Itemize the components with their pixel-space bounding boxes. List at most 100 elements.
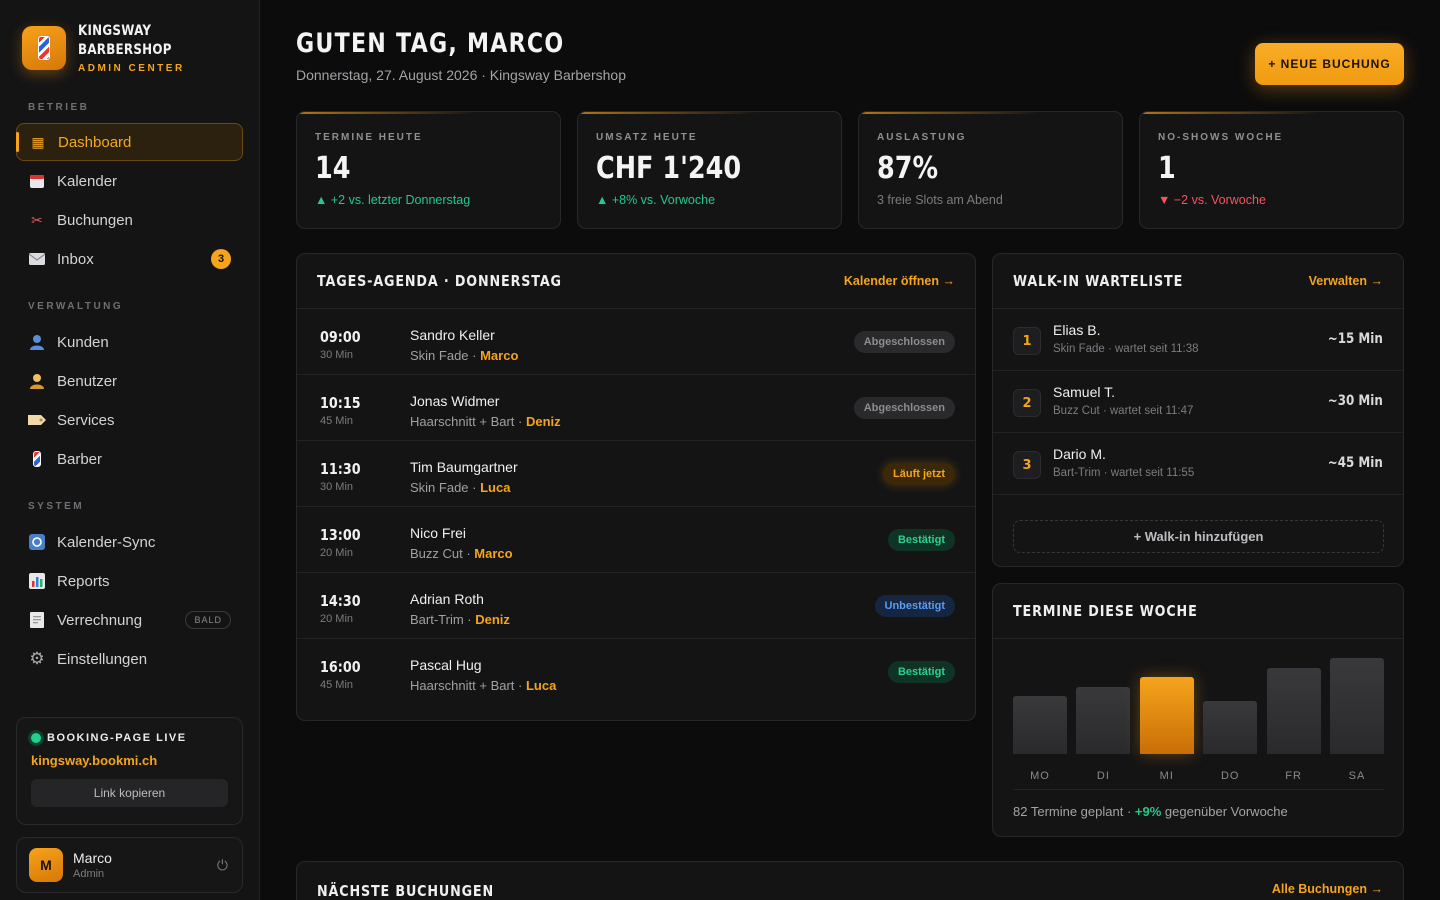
mail-icon: [28, 250, 46, 268]
sidebar-item-barber[interactable]: Barber: [16, 440, 243, 478]
user-card[interactable]: M Marco Admin ⏻: [16, 837, 243, 893]
week-chart-panel: TERMINE DIESE WOCHE MO DI MI DO FR SA 82 Term…: [992, 583, 1404, 837]
chart-tick-label: MO: [1030, 770, 1050, 782]
waitlist-row[interactable]: 2 Samuel T. Buzz Cut · wartet seit 11:47 ~3…: [993, 371, 1403, 433]
sidebar: KINGSWAY BARBERSHOP ADMIN CENTER BETRIEB…: [0, 0, 260, 900]
kpi-value: 1: [1158, 151, 1176, 186]
chart-tick-label: DI: [1096, 770, 1110, 782]
booking-page-url[interactable]: kingsway.bookmi.ch: [31, 753, 228, 768]
brand[interactable]: KINGSWAY BARBERSHOP ADMIN CENTER: [22, 22, 188, 74]
kpi-card-umsatz: UMSATZ HEUTE CHF 1'240 ▲ +8% vs. Vorwoch…: [577, 111, 842, 229]
add-walkin-button[interactable]: + Walk-in hinzufügen: [1013, 520, 1384, 553]
chart-bar-do: [1203, 701, 1258, 754]
waitlist-panel: WALK-IN WARTELISTE Verwalten → 1 Elias B.…: [992, 253, 1404, 567]
appointment-service: Haarschnitt + Bart · Luca: [410, 678, 556, 693]
sidebar-item-kunden[interactable]: Kunden: [16, 323, 243, 361]
sidebar-item-buchungen[interactable]: ✂ Buchungen: [16, 201, 243, 239]
service-name: Haarschnitt + Bart ·: [410, 414, 526, 429]
chart-bar-mo: [1013, 696, 1067, 754]
sidebar-item-verrechnung[interactable]: Verrechnung BALD: [16, 601, 243, 639]
appointment-service: Haarschnitt + Bart · Deniz: [410, 414, 561, 429]
walkin-name: Dario M.: [1053, 446, 1106, 462]
client-name: Jonas Widmer: [410, 393, 500, 409]
gear-icon: ⚙: [29, 649, 45, 668]
walkin-details: Skin Fade · wartet seit 11:38: [1053, 343, 1199, 355]
agenda-row[interactable]: 11:30 30 Min Tim Baumgartner Skin Fade · Lu…: [297, 441, 975, 507]
sidebar-item-label: Benutzer: [57, 372, 118, 390]
appointment-time: 09:00: [320, 328, 361, 346]
booking-page-status: BOOKING-PAGE LIVE: [47, 732, 187, 744]
waitlist-title: WALK-IN WARTELISTE: [1013, 272, 1184, 290]
calendar-icon: [28, 172, 46, 190]
agenda-row[interactable]: 14:30 20 Min Adrian Roth Bart-Trim · Deniz U…: [297, 573, 975, 639]
kpi-note: 3 freie Slots am Abend: [877, 193, 1003, 207]
appointment-service: Skin Fade · Marco: [410, 348, 518, 363]
copy-link-button[interactable]: Link kopieren: [31, 779, 228, 807]
appointment-service: Bart-Trim · Deniz: [410, 612, 510, 627]
page-title: GUTEN TAG, MARCO: [296, 28, 565, 59]
week-summary-count: 82 Termine geplant ·: [1013, 804, 1135, 819]
sidebar-item-kalender[interactable]: Kalender: [16, 162, 243, 200]
kpi-card-no-shows: NO-SHOWS WOCHE 1 ▼ −2 vs. Vorwoche: [1139, 111, 1404, 229]
kpi-value: 87%: [877, 151, 939, 186]
service-name: Bart-Trim ·: [410, 612, 476, 627]
agenda-row[interactable]: 16:00 45 Min Pascal Hug Haarschnitt + Bart …: [297, 639, 975, 705]
waitlist-row[interactable]: 3 Dario M. Bart-Trim · wartet seit 11:55 ~4…: [993, 433, 1403, 495]
walkin-eta: ~45 Min: [1327, 455, 1383, 471]
live-status-dot-icon: [31, 733, 41, 743]
tag-icon: [28, 411, 46, 429]
queue-position: 2: [1013, 389, 1041, 417]
new-booking-button[interactable]: + NEUE BUCHUNG: [1255, 43, 1404, 85]
sidebar-item-label: Verrechnung: [57, 611, 143, 629]
queue-position: 1: [1013, 327, 1041, 355]
appointment-time: 14:30: [320, 592, 361, 610]
waitlist-row[interactable]: 1 Elias B. Skin Fade · wartet seit 11:38 ~1…: [993, 309, 1403, 371]
appointment-duration: 30 Min: [320, 481, 354, 493]
manage-waitlist-link[interactable]: Verwalten →: [1309, 274, 1383, 288]
status-badge: Bestätigt: [887, 661, 955, 683]
chart-tick-label: DO: [1220, 770, 1240, 782]
walkin-name: Elias B.: [1053, 322, 1101, 338]
week-bar-chart: MO DI MI DO FR SA: [1013, 654, 1384, 784]
open-calendar-link[interactable]: Kalender öffnen →: [844, 274, 955, 288]
chart-bar-sa: [1330, 658, 1384, 754]
service-name: Skin Fade ·: [410, 480, 481, 495]
walkin-details: Bart-Trim · wartet seit 11:55: [1053, 467, 1195, 479]
receipt-icon: [28, 611, 46, 629]
status-badge: Abgeschlossen: [853, 331, 955, 353]
sidebar-item-einstellungen[interactable]: ⚙ Einstellungen: [16, 640, 243, 678]
barber-name: Luca: [480, 480, 511, 495]
appointment-time: 10:15: [320, 394, 361, 412]
client-name: Adrian Roth: [410, 591, 484, 607]
client-name: Nico Frei: [410, 525, 467, 541]
sidebar-item-reports[interactable]: Reports: [16, 562, 243, 600]
week-summary-trend: +9%: [1134, 804, 1162, 819]
chart-tick-label: MI: [1159, 770, 1174, 782]
service-name: Buzz Cut ·: [410, 546, 475, 561]
week-summary: 82 Termine geplant · +9% gegenüber Vorwo…: [1013, 789, 1384, 819]
kpi-label: TERMINE HEUTE: [315, 132, 423, 143]
coming-soon-badge: BALD: [185, 611, 231, 629]
status-badge: Bestätigt: [887, 529, 955, 551]
barber-name: Marco: [480, 348, 519, 363]
sidebar-item-label: Services: [57, 411, 115, 429]
sidebar-item-label: Dashboard: [58, 133, 132, 151]
agenda-row[interactable]: 09:00 30 Min Sandro Keller Skin Fade · Marc…: [297, 309, 975, 375]
walkin-eta: ~15 Min: [1327, 331, 1383, 347]
chart-icon: [28, 572, 46, 590]
sidebar-item-inbox[interactable]: Inbox 3: [16, 240, 243, 278]
all-bookings-link[interactable]: Alle Buchungen →: [1272, 882, 1383, 896]
sidebar-item-services[interactable]: Services: [16, 401, 243, 439]
barber-name: Deniz: [525, 414, 561, 429]
agenda-row[interactable]: 13:00 20 Min Nico Frei Buzz Cut · Marco Best…: [297, 507, 975, 573]
service-name: Skin Fade ·: [410, 348, 481, 363]
sidebar-item-dashboard[interactable]: ▦ Dashboard: [16, 123, 243, 161]
status-badge: Abgeschlossen: [853, 397, 955, 419]
agenda-row[interactable]: 10:15 45 Min Jonas Widmer Haarschnitt + Bar…: [297, 375, 975, 441]
power-icon[interactable]: ⏻: [217, 857, 228, 874]
client-name: Tim Baumgartner: [410, 459, 518, 475]
kpi-trend: ▼ −2 vs. Vorwoche: [1158, 193, 1266, 207]
sidebar-item-benutzer[interactable]: Benutzer: [16, 362, 243, 400]
kpi-value: 14: [315, 151, 351, 186]
sidebar-item-kalender-sync[interactable]: Kalender-Sync: [16, 523, 243, 561]
